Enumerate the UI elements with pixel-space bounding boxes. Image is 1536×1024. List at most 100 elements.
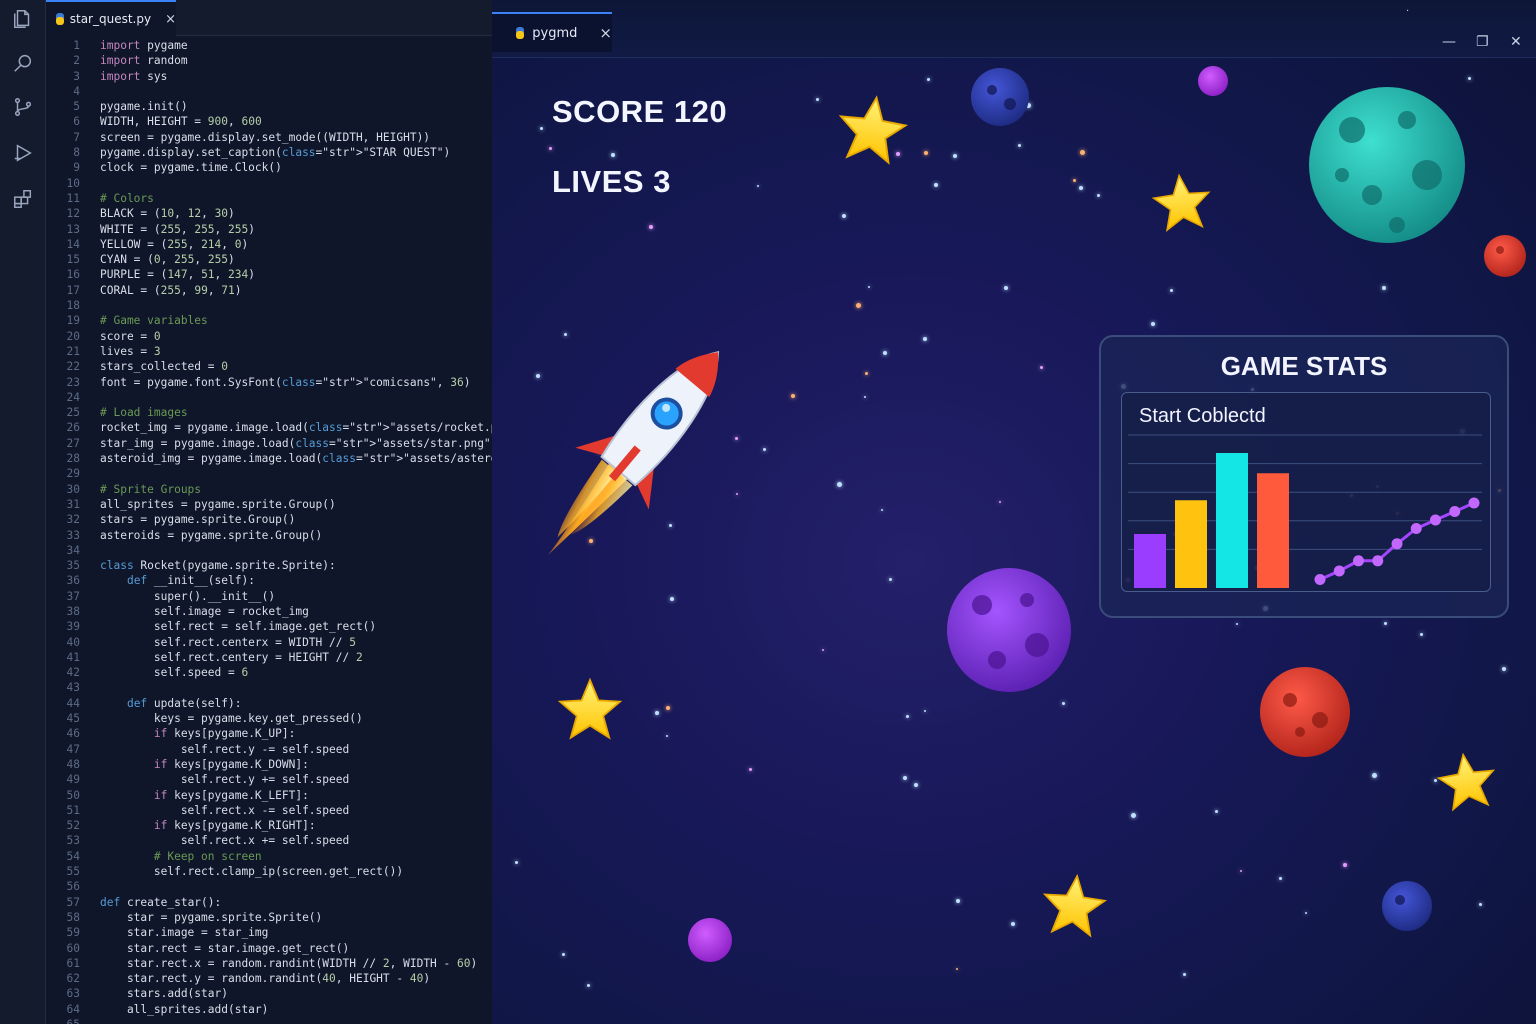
code-line[interactable]: 46 if keys[pygame.K_UP]: <box>46 726 492 741</box>
code-line[interactable]: 42 self.speed = 6 <box>46 665 492 680</box>
extensions-icon[interactable] <box>12 188 34 210</box>
source-control-icon[interactable] <box>12 96 34 118</box>
code-line[interactable]: 63 stars.add(star) <box>46 986 492 1001</box>
background-star-dot <box>868 286 870 288</box>
code-line[interactable]: 32 stars = pygame.sprite.Group() <box>46 512 492 527</box>
files-icon[interactable] <box>12 8 34 30</box>
code-line[interactable]: 56 <box>46 879 492 894</box>
code-line[interactable]: 4 <box>46 84 492 99</box>
code-line[interactable]: 14 YELLOW = (255, 214, 0) <box>46 237 492 252</box>
code-line[interactable]: 36 def __init__(self): <box>46 573 492 588</box>
teal-asteroid <box>1309 87 1465 243</box>
game-titlebar: pygmd × · — ❐ ✕ <box>492 0 1536 58</box>
code-line[interactable]: 37 super().__init__() <box>46 589 492 604</box>
line-text: CYAN = (0, 255, 255) <box>100 253 235 267</box>
line-number: 37 <box>66 589 80 603</box>
code-line[interactable]: 9 clock = pygame.time.Clock() <box>46 160 492 175</box>
code-line[interactable]: 39 self.rect = self.image.get_rect() <box>46 619 492 634</box>
background-star-dot <box>903 776 907 780</box>
line-number: 36 <box>66 574 80 588</box>
code-line[interactable]: 27 star_img = pygame.image.load(class="st… <box>46 436 492 451</box>
code-area[interactable]: 1 import pygame 2 import random 3 import sys 4… <box>46 38 492 1024</box>
code-line[interactable]: 3 import sys <box>46 69 492 84</box>
code-line[interactable]: 64 all_sprites.add(star) <box>46 1002 492 1017</box>
code-line[interactable]: 58 star = pygame.sprite.Sprite() <box>46 910 492 925</box>
code-line[interactable]: 38 self.image = rocket_img <box>46 604 492 619</box>
code-line[interactable]: 17 CORAL = (255, 99, 71) <box>46 283 492 298</box>
code-line[interactable]: 26 rocket_img = pygame.image.load(class="… <box>46 420 492 435</box>
close-window-button[interactable]: ✕ <box>1510 34 1522 50</box>
code-line[interactable]: 55 self.rect.clamp_ip(screen.get_rect()) <box>46 864 492 879</box>
code-line[interactable]: 51 self.rect.x -= self.speed <box>46 803 492 818</box>
line-text: import pygame <box>100 39 188 52</box>
line-text: stars = pygame.sprite.Group() <box>100 513 296 527</box>
code-line[interactable]: 53 self.rect.x += self.speed <box>46 833 492 848</box>
code-line[interactable]: 41 self.rect.centery = HEIGHT // 2 <box>46 650 492 665</box>
line-number: 62 <box>66 972 80 986</box>
code-line[interactable]: 44 def update(self): <box>46 696 492 711</box>
tab-star-quest-py[interactable]: star_quest.py × <box>46 0 176 36</box>
code-line[interactable]: 18 <box>46 298 492 313</box>
maximize-button[interactable]: ❐ <box>1476 34 1489 50</box>
code-line[interactable]: 48 if keys[pygame.K_DOWN]: <box>46 757 492 772</box>
code-line[interactable]: 5 pygame.init() <box>46 99 492 114</box>
code-line[interactable]: 29 <box>46 466 492 481</box>
code-line[interactable]: 62 star.rect.y = random.randint(40, HEIG… <box>46 971 492 986</box>
code-line[interactable]: 6 WIDTH, HEIGHT = 900, 600 <box>46 114 492 129</box>
background-star-dot <box>953 154 957 158</box>
code-line[interactable]: 22 stars_collected = 0 <box>46 359 492 374</box>
code-line[interactable]: 19 # Game variables <box>46 313 492 328</box>
code-line[interactable]: 57 def create_star(): <box>46 895 492 910</box>
background-star-dot <box>883 351 887 355</box>
code-line[interactable]: 60 star.rect = star.image.get_rect() <box>46 941 492 956</box>
code-line[interactable]: 15 CYAN = (0, 255, 255) <box>46 252 492 267</box>
code-line[interactable]: 7 screen = pygame.display.set_mode((WIDTH… <box>46 130 492 145</box>
code-line[interactable]: 20 score = 0 <box>46 329 492 344</box>
code-line[interactable]: 11 # Colors <box>46 191 492 206</box>
background-star-dot <box>1384 622 1387 625</box>
code-line[interactable]: 21 lives = 3 <box>46 344 492 359</box>
chart-point <box>1430 514 1441 526</box>
code-line[interactable]: 23 font = pygame.font.SysFont(class="str"… <box>46 375 492 390</box>
code-line[interactable]: 1 import pygame <box>46 38 492 53</box>
code-line[interactable]: 45 keys = pygame.key.get_pressed() <box>46 711 492 726</box>
background-star-dot <box>1079 186 1083 190</box>
code-line[interactable]: 2 import random <box>46 53 492 68</box>
line-text: asteroids = pygame.sprite.Group() <box>100 528 323 542</box>
code-line[interactable]: 52 if keys[pygame.K_RIGHT]: <box>46 818 492 833</box>
code-line[interactable]: 10 <box>46 176 492 191</box>
line-text: rocket_img = pygame.image.load(class="st… <box>100 421 492 435</box>
code-line[interactable]: 31 all_sprites = pygame.sprite.Group() <box>46 497 492 512</box>
chart-point <box>1449 506 1461 517</box>
tab-pygame[interactable]: pygmd × <box>492 12 612 52</box>
code-line[interactable]: 65 <box>46 1017 492 1024</box>
code-line[interactable]: 59 star.image = star_img <box>46 925 492 940</box>
code-line[interactable]: 61 star.rect.x = random.randint(WIDTH //… <box>46 956 492 971</box>
code-line[interactable]: 50 if keys[pygame.K_LEFT]: <box>46 788 492 803</box>
search-icon[interactable] <box>12 52 34 74</box>
code-line[interactable]: 24 <box>46 390 492 405</box>
code-line[interactable]: 25 # Load images <box>46 405 492 420</box>
close-game-tab-icon[interactable]: × <box>599 24 612 42</box>
code-line[interactable]: 40 self.rect.centerx = WIDTH // 5 <box>46 635 492 650</box>
code-line[interactable]: 28 asteroid_img = pygame.image.load(class… <box>46 451 492 466</box>
minimize-button[interactable]: — <box>1442 34 1456 50</box>
code-line[interactable]: 47 self.rect.y -= self.speed <box>46 742 492 757</box>
code-line[interactable]: 8 pygame.display.set_caption(class="str">… <box>46 145 492 160</box>
code-line[interactable]: 49 self.rect.y += self.speed <box>46 772 492 787</box>
code-editor: star_quest.py × 1 import pygame 2 import ra… <box>46 0 492 1024</box>
star-sprite <box>557 677 623 740</box>
code-line[interactable]: 16 PURPLE = (147, 51, 234) <box>46 267 492 282</box>
code-line[interactable]: 35 class Rocket(pygame.sprite.Sprite): <box>46 558 492 573</box>
code-line[interactable]: 30 # Sprite Groups <box>46 482 492 497</box>
code-line[interactable]: 34 <box>46 543 492 558</box>
code-line[interactable]: 33 asteroids = pygame.sprite.Group() <box>46 528 492 543</box>
close-tab-icon[interactable]: × <box>165 12 176 27</box>
line-number: 55 <box>66 865 80 879</box>
run-debug-icon[interactable] <box>12 142 34 164</box>
code-line[interactable]: 13 WHITE = (255, 255, 255) <box>46 222 492 237</box>
code-line[interactable]: 54 # Keep on screen <box>46 849 492 864</box>
blue-asteroid <box>1382 881 1432 931</box>
code-line[interactable]: 43 <box>46 680 492 695</box>
code-line[interactable]: 12 BLACK = (10, 12, 30) <box>46 206 492 221</box>
